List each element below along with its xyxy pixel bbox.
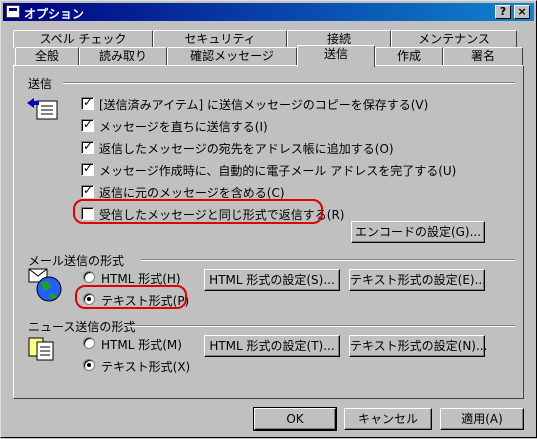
add-to-address-book-checkbox[interactable]: ✓ — [81, 139, 94, 154]
add-to-address-book-label: 返信したメッセージの宛先をアドレス帳に追加する(O) — [99, 142, 394, 156]
save-sent-items-checkbox[interactable]: ✓ — [81, 95, 94, 110]
send-mail-icon — [27, 98, 58, 120]
news-text-radio[interactable] — [83, 359, 95, 371]
news-format-divider — [127, 325, 515, 327]
send-group-label: 送信 — [28, 77, 53, 91]
mail-html-settings-button[interactable]: HTML 形式の設定(S)... — [204, 269, 340, 291]
news-html-settings-button[interactable]: HTML 形式の設定(T)... — [204, 335, 340, 357]
send-immediately-label: メッセージを直ちに送信する(I) — [99, 120, 268, 134]
send-group-divider — [63, 82, 515, 84]
include-original-checkbox[interactable]: ✓ — [81, 183, 94, 198]
save-sent-items-label: [送信済みアイテム] に送信メッセージのコピーを保存する(V) — [99, 98, 429, 112]
highlight-mail-text — [75, 285, 187, 309]
mail-text-settings-button[interactable]: テキスト形式の設定(E)... — [349, 269, 486, 291]
cancel-button[interactable]: キャンセル — [344, 408, 432, 430]
news-text-settings-button[interactable]: テキスト形式の設定(N)... — [349, 335, 487, 357]
send-immediately-checkbox[interactable]: ✓ — [81, 117, 94, 132]
highlight-reply-same-format — [73, 199, 323, 224]
news-html-radio[interactable] — [83, 337, 95, 349]
news-html-label: HTML 形式(M) — [101, 338, 182, 352]
autocomplete-address-checkbox[interactable]: ✓ — [81, 161, 94, 176]
globe-mail-icon — [28, 268, 62, 302]
news-format-group-label: ニュース送信の形式 — [28, 320, 136, 334]
autocomplete-address-label: メッセージ作成時に、自動的に電子メール アドレスを完了する(U) — [99, 164, 457, 178]
news-text-label: テキスト形式(X) — [101, 360, 191, 374]
options-dialog: オプション ? × スペル チェック セキュリティ 接続 メンテナンス 全般 読… — [0, 0, 537, 438]
ok-button[interactable]: OK — [253, 407, 337, 431]
mail-html-radio[interactable] — [83, 271, 95, 283]
apply-button[interactable]: 適用(A) — [440, 408, 524, 430]
encode-settings-button[interactable]: エンコードの設定(G)... — [351, 221, 485, 243]
news-icon — [28, 337, 54, 361]
mail-format-divider — [141, 259, 515, 261]
